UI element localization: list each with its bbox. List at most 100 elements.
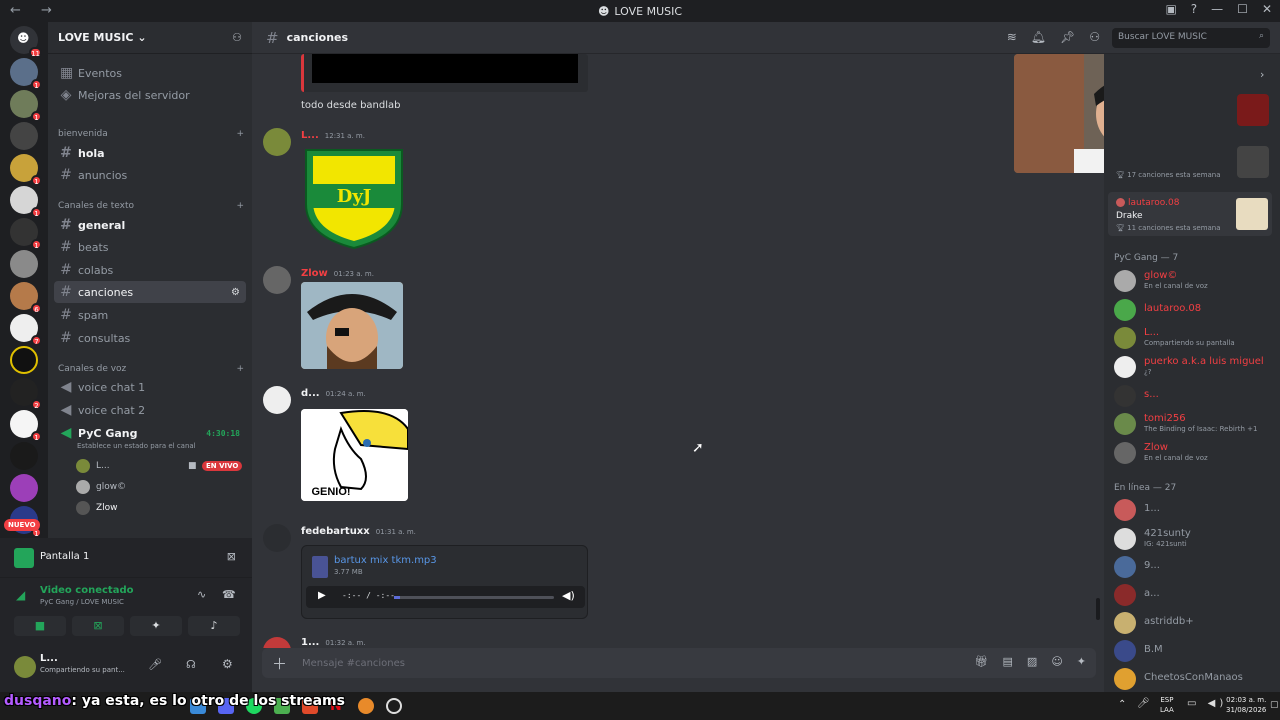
member-item[interactable]: puerko a.k.a luis miguel ¿?	[1114, 354, 1274, 380]
server-icon[interactable]: 1	[10, 186, 42, 218]
clock[interactable]: 02:03 a. m. 31/08/2026	[1226, 695, 1266, 715]
message-input[interactable]: ＋ Mensaje #canciones 🎁︎ ▤ ▨ ☺ ✦	[262, 648, 1096, 678]
voice-channel-1[interactable]: ◀ voice chat 1	[54, 376, 246, 398]
server-icon[interactable]	[10, 250, 38, 278]
gif-icon[interactable]: ▤	[1003, 655, 1013, 668]
apps-icon[interactable]: ✦	[1077, 655, 1086, 668]
voice-user[interactable]: glow©	[76, 478, 126, 496]
user-settings-icon[interactable]: ⚙	[222, 657, 233, 671]
audio-progress[interactable]	[394, 596, 554, 599]
member-item[interactable]: glow© En el canal de voz	[1114, 268, 1274, 294]
obs-icon[interactable]	[386, 698, 402, 714]
camera-button[interactable]: ■	[14, 616, 66, 636]
plus-icon[interactable]: +	[236, 201, 244, 211]
category-voz[interactable]: Canales de voz +	[58, 364, 244, 374]
category-bienvenida[interactable]: bienvenida +	[58, 129, 244, 139]
file-link[interactable]: bartux mix tkm.mp3	[334, 555, 437, 566]
members-icon[interactable]: ⚇	[1089, 30, 1100, 44]
tray-chevron-icon[interactable]: ⌃	[1118, 699, 1126, 710]
mic-tray-icon[interactable]: 🎤︎	[1137, 698, 1150, 709]
member-item[interactable]: lautaroo.08	[1114, 297, 1274, 323]
category-texto[interactable]: Canales de texto +	[58, 201, 244, 211]
author-name[interactable]: Zlow	[301, 268, 328, 279]
language-indicator[interactable]: ESP LAA	[1160, 695, 1174, 715]
headphones-icon[interactable]: ☊	[186, 658, 196, 671]
signal-icon[interactable]: ◢	[16, 588, 25, 602]
channel-consultas[interactable]: # consultas	[54, 327, 246, 349]
server-icon[interactable]: 6	[10, 282, 42, 314]
author-name[interactable]: fedebartuxx	[301, 526, 370, 537]
member-item[interactable]: Zlow En el canal de voz	[1114, 440, 1274, 466]
notification-icon[interactable]: ▢	[1270, 700, 1279, 710]
activity-thumbnail[interactable]	[1237, 146, 1269, 178]
add-member-icon[interactable]: ⚇	[232, 31, 242, 44]
member-item[interactable]: 421sunty IG: 421sunti	[1114, 526, 1274, 552]
member-item[interactable]: L... Compartiendo su pantalla	[1114, 325, 1274, 351]
server-icon[interactable]: 1	[10, 58, 42, 90]
server-icon[interactable]: 1	[10, 90, 42, 122]
channel-beats[interactable]: # beats	[54, 236, 246, 258]
disconnect-icon[interactable]: ☎	[222, 588, 236, 601]
screenshare-button[interactable]: ⊠	[72, 616, 124, 636]
server-icon[interactable]: 7	[10, 314, 42, 346]
activity-card[interactable]: lautaroo.08 Drake 🏆︎ 11 canciones esta s…	[1108, 192, 1272, 236]
threads-icon[interactable]: ≋	[1007, 30, 1017, 44]
guild-header[interactable]: LOVE MUSIC ⌄ ⚇	[48, 22, 252, 54]
sticker-icon[interactable]: ▨	[1027, 655, 1037, 668]
bell-icon[interactable]: 🔔︎	[1031, 30, 1046, 44]
server-icon[interactable]: 1	[10, 154, 42, 186]
avatar[interactable]	[263, 386, 291, 414]
channel-hola[interactable]: # hola	[54, 142, 246, 164]
attachment-image[interactable]: DyJ	[301, 146, 407, 250]
member-item[interactable]: 1...	[1114, 497, 1274, 523]
server-icon[interactable]	[10, 442, 38, 470]
soundboard-button[interactable]: ♪	[188, 616, 240, 636]
server-icon[interactable]	[10, 474, 38, 502]
inbox-icon[interactable]: ▣	[1165, 2, 1176, 16]
play-icon[interactable]: ▶	[318, 590, 326, 601]
home-button[interactable]: ☻ 11	[10, 26, 42, 58]
voice-channel-pyc[interactable]: ◀ PyC Gang 4:30:18	[54, 422, 246, 444]
avatar[interactable]	[263, 266, 291, 294]
app-icon[interactable]	[358, 698, 374, 714]
voice-user[interactable]: L... ■ EN VIVO	[76, 457, 246, 475]
nav-events[interactable]: ▦ Eventos	[54, 62, 246, 84]
scrollbar[interactable]	[1096, 598, 1100, 620]
plus-icon[interactable]: +	[236, 129, 244, 139]
plus-icon[interactable]: +	[236, 364, 244, 374]
member-item[interactable]: CheetosConManaos	[1114, 666, 1274, 692]
activity-thumbnail[interactable]	[1237, 94, 1269, 126]
system-tray-icons[interactable]: ▭ ◀)	[1187, 698, 1227, 709]
minimize-button[interactable]: —	[1211, 2, 1223, 16]
channel-colabs[interactable]: # colabs	[54, 259, 246, 281]
pin-icon[interactable]: 📌︎	[1060, 30, 1075, 44]
new-badge[interactable]: NUEVO	[4, 519, 40, 531]
voice-user[interactable]: Zlow	[76, 499, 118, 517]
maximize-button[interactable]: ☐	[1237, 2, 1248, 16]
emoji-icon[interactable]: ☺	[1051, 655, 1062, 668]
microphone-icon[interactable]: 🎤︎	[148, 658, 162, 671]
member-item[interactable]: 9...	[1114, 554, 1274, 580]
server-icon[interactable]: 1	[10, 218, 42, 250]
search-input[interactable]: Buscar LOVE MUSIC ⌕	[1112, 28, 1270, 48]
help-icon[interactable]: ?	[1191, 2, 1197, 16]
avatar[interactable]	[263, 637, 291, 648]
channel-general[interactable]: # general	[54, 214, 246, 236]
history-nav[interactable]: ← →	[10, 3, 60, 18]
channel-anuncios[interactable]: # anuncios	[54, 164, 246, 186]
channel-spam[interactable]: # spam	[54, 304, 246, 326]
server-icon[interactable]	[10, 122, 38, 150]
nav-boosts[interactable]: ◈ Mejoras del servidor	[54, 84, 246, 106]
server-icon[interactable]	[10, 346, 38, 374]
voice-channel-2[interactable]: ◀ voice chat 2	[54, 399, 246, 421]
member-item[interactable]: s...	[1114, 383, 1274, 409]
server-icon[interactable]: 1	[10, 410, 42, 442]
activities-button[interactable]: ✦	[130, 616, 182, 636]
voice-status[interactable]: Establece un estado para el canal	[77, 442, 196, 450]
author-name[interactable]: L...	[301, 130, 319, 141]
volume-icon[interactable]: ◀)	[562, 589, 575, 602]
chevron-right-icon[interactable]: ›	[1260, 68, 1264, 81]
author-name[interactable]: d...	[301, 388, 320, 399]
member-item[interactable]: a...	[1114, 582, 1274, 608]
member-item[interactable]: B.M	[1114, 638, 1274, 664]
